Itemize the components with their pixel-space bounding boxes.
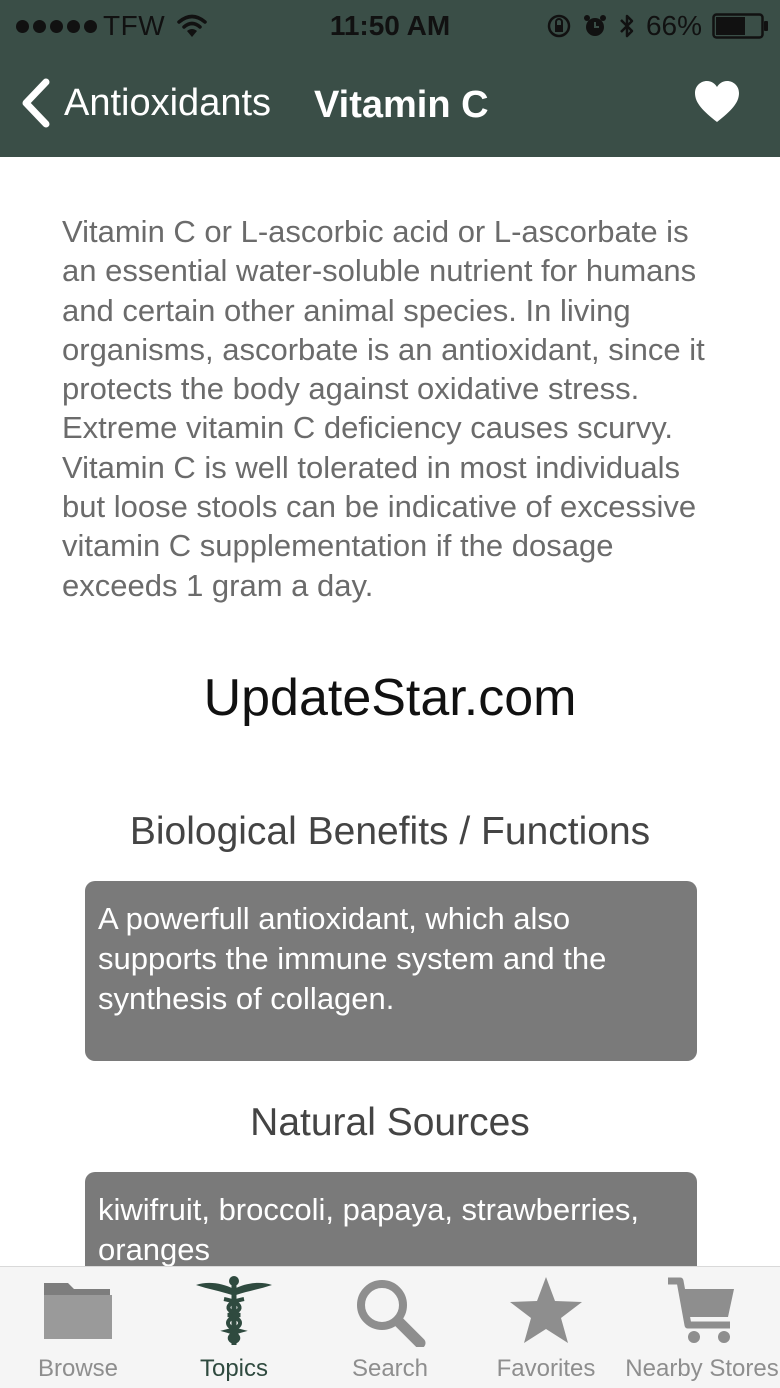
page-title: Vitamin C <box>314 84 489 126</box>
top-bar: TFW 11:50 AM 66% Antioxidants Vitamin C <box>0 0 780 157</box>
orientation-lock-icon <box>547 14 571 38</box>
heart-icon[interactable] <box>693 80 741 124</box>
tab-topics[interactable]: Topics <box>156 1267 312 1388</box>
tab-label: Favorites <box>496 1355 596 1382</box>
tab-bar: Browse Topics Search Favorites Nearby St… <box>0 1266 780 1388</box>
navigation-bar: Antioxidants Vitamin C <box>0 52 780 157</box>
intro-text: Vitamin C or L-ascorbic acid or L-ascorb… <box>62 214 705 603</box>
benefits-card: A powerfull antioxidant, which also supp… <box>85 881 697 1061</box>
magnifier-icon <box>357 1280 426 1347</box>
tab-label: Nearby Stores <box>625 1355 779 1382</box>
star-icon <box>510 1277 582 1343</box>
tab-browse[interactable]: Browse <box>0 1267 156 1388</box>
alarm-icon <box>583 15 606 36</box>
tab-search[interactable]: Search <box>312 1267 468 1388</box>
tab-label: Search <box>351 1355 429 1382</box>
status-right: 66% <box>546 10 770 42</box>
benefits-title: Biological Benefits / Functions <box>129 810 651 853</box>
cart-icon <box>668 1277 734 1343</box>
bluetooth-icon <box>620 14 634 38</box>
battery-icon <box>712 13 768 39</box>
folder-icon <box>44 1283 112 1339</box>
tab-label: Topics <box>199 1355 269 1382</box>
sources-text: kiwifruit, broccoli, papaya, strawberrie… <box>98 1192 639 1266</box>
tab-favorites[interactable]: Favorites <box>468 1267 624 1388</box>
back-button-label: Antioxidants <box>64 81 272 124</box>
caduceus-icon <box>196 1276 272 1345</box>
status-bar: TFW 11:50 AM 66% <box>0 0 780 52</box>
tab-nearby-stores[interactable]: Nearby Stores <box>624 1267 780 1388</box>
back-button[interactable]: Antioxidants <box>18 78 271 128</box>
watermark: UpdateStar.com <box>203 669 577 727</box>
sources-card: kiwifruit, broccoli, papaya, strawberrie… <box>85 1172 697 1266</box>
tab-label: Browse <box>37 1355 119 1382</box>
battery-percentage: 66% <box>645 10 702 41</box>
benefits-text: A powerfull antioxidant, which also supp… <box>98 901 607 1016</box>
sources-title: Natural Sources <box>250 1101 530 1144</box>
chevron-left-icon <box>22 78 50 128</box>
